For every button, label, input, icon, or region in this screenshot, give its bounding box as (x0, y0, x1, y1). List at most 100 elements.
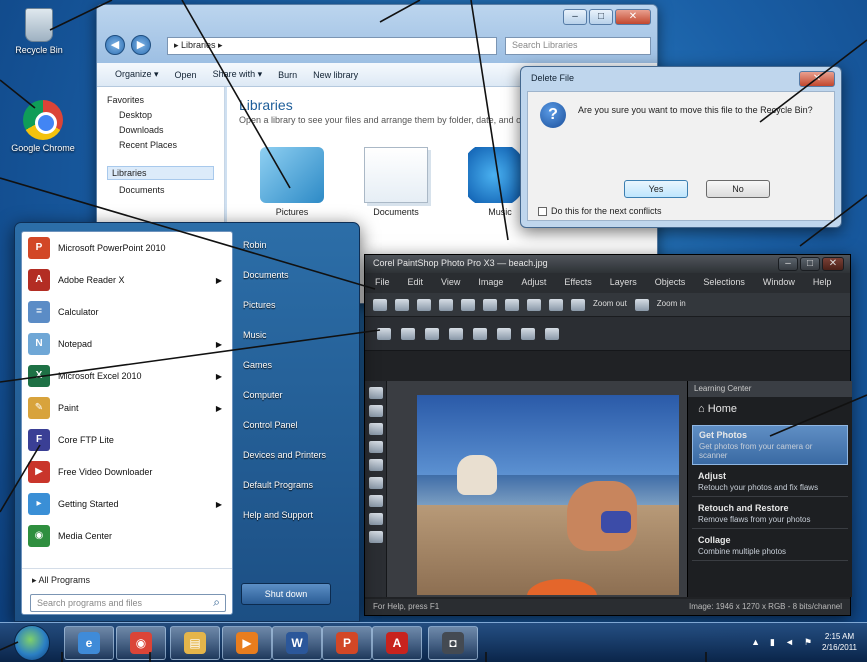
taskbar-acrobat-button[interactable]: A (372, 626, 422, 660)
start-right-documents[interactable]: Documents (239, 261, 355, 291)
start-right-user[interactable]: Robin (239, 231, 355, 261)
toolbar-new-library[interactable]: New library (313, 70, 358, 80)
learning-topic-item[interactable]: Adjust Retouch your photos and fix flaws (692, 467, 848, 497)
address-bar[interactable]: ▸ Libraries ▸ (167, 37, 497, 55)
nav-recent-places[interactable]: Recent Places (107, 140, 214, 150)
image-canvas[interactable] (387, 381, 687, 597)
zoom-out-icon[interactable] (571, 298, 585, 311)
recycle-bin-desktop-icon[interactable]: Recycle Bin (4, 8, 74, 55)
minimize-button[interactable]: – (563, 9, 587, 25)
grid-icon[interactable] (401, 327, 415, 340)
print-icon[interactable] (439, 298, 453, 311)
submenu-arrow-icon[interactable]: ▶ (216, 500, 222, 509)
zoom-out-option-icon[interactable] (449, 327, 463, 340)
taskbar-ie-button[interactable]: e (64, 626, 114, 660)
selection-tool-icon[interactable] (368, 423, 383, 435)
pan-tool-icon[interactable] (368, 387, 383, 399)
submenu-arrow-icon[interactable]: ▶ (216, 372, 222, 381)
explorer-search-input[interactable]: Search Libraries (505, 37, 651, 55)
undo-icon[interactable] (461, 298, 475, 311)
start-program-item[interactable]: ▸ Getting Started ▶ (22, 488, 232, 520)
submenu-arrow-icon[interactable]: ▶ (216, 340, 222, 349)
taskbar-camera-button[interactable]: ◘ (428, 626, 478, 660)
dialog-close-button[interactable]: ✕ (799, 71, 835, 87)
photo-maximize-button[interactable]: □ (800, 257, 820, 271)
redo-icon[interactable] (483, 298, 497, 311)
clone-tool-icon[interactable] (368, 531, 383, 543)
start-right-music[interactable]: Music (239, 321, 355, 351)
menu-item[interactable]: Selections (703, 277, 745, 289)
fit-window-icon[interactable] (497, 327, 511, 340)
save-icon[interactable] (417, 298, 431, 311)
learning-topic-item[interactable]: Retouch and Restore Remove flaws from you… (692, 499, 848, 529)
nav-favorites[interactable]: Favorites (107, 95, 214, 105)
zoom-in-label[interactable]: Zoom in (657, 299, 686, 311)
start-program-item[interactable]: = Calculator (22, 296, 232, 328)
dialog-checkbox-row[interactable]: Do this for the next conflicts (538, 206, 662, 216)
taskbar-powerpoint-button[interactable]: P (322, 626, 372, 660)
photo-minimize-button[interactable]: – (778, 257, 798, 271)
nav-documents[interactable]: Documents (107, 185, 214, 195)
flag-icon[interactable]: ⚑ (804, 637, 812, 648)
yes-button[interactable]: Yes (624, 180, 688, 198)
zoom-out-label[interactable]: Zoom out (593, 299, 627, 311)
start-program-item[interactable]: ✎ Paint ▶ (22, 392, 232, 424)
dropper-tool-icon[interactable] (368, 441, 383, 453)
preset-icon[interactable] (377, 327, 391, 340)
back-button[interactable]: ◀ (105, 35, 125, 55)
toolbar-burn[interactable]: Burn (278, 70, 297, 80)
menu-item[interactable]: Help (813, 277, 832, 289)
start-program-item[interactable]: F Core FTP Lite (22, 424, 232, 456)
forward-button[interactable]: ▶ (131, 35, 151, 55)
dialog-title[interactable]: Delete File (521, 67, 841, 89)
shutdown-button[interactable]: Shut down (241, 583, 331, 605)
show-hidden-icons-icon[interactable]: ▲ (751, 637, 760, 647)
taskbar-explorer-button[interactable]: ▤ (170, 626, 220, 660)
menu-item[interactable]: Edit (408, 277, 424, 289)
start-right-default-programs[interactable]: Default Programs (239, 471, 355, 501)
start-program-item[interactable]: ◉ Media Center (22, 520, 232, 552)
start-right-control-panel[interactable]: Control Panel (239, 411, 355, 441)
taskbar-word-button[interactable]: W (272, 626, 322, 660)
start-search-input[interactable]: Search programs and files (30, 594, 226, 612)
menu-item[interactable]: File (375, 277, 390, 289)
all-programs-link[interactable]: ▸ All Programs (22, 568, 232, 592)
zoom-in-option-icon[interactable] (425, 327, 439, 340)
nav-libraries[interactable]: Libraries (107, 166, 214, 180)
crop-icon[interactable] (505, 298, 519, 311)
taskbar-media-player-button[interactable]: ▶ (222, 626, 272, 660)
menu-item[interactable]: Effects (564, 277, 591, 289)
start-right-help-support[interactable]: Help and Support (239, 501, 355, 531)
maximize-button[interactable]: □ (589, 9, 613, 25)
start-right-pictures[interactable]: Pictures (239, 291, 355, 321)
menu-item[interactable]: Window (763, 277, 795, 289)
start-right-devices-printers[interactable]: Devices and Printers (239, 441, 355, 471)
network-icon[interactable]: ▮ (770, 637, 775, 648)
start-program-item[interactable]: A Adobe Reader X ▶ (22, 264, 232, 296)
view-mode-2-icon[interactable] (545, 327, 559, 340)
start-program-item[interactable]: N Notepad ▶ (22, 328, 232, 360)
learning-topic-item[interactable]: Collage Combine multiple photos (692, 531, 848, 561)
brush-tool-icon[interactable] (368, 513, 383, 525)
nav-desktop[interactable]: Desktop (107, 110, 214, 120)
dialog-checkbox[interactable] (538, 206, 547, 216)
new-file-icon[interactable] (373, 298, 387, 311)
close-button[interactable]: ✕ (615, 9, 651, 25)
clock[interactable]: 2:15 AM 2/16/2011 (822, 631, 857, 653)
red-eye-tool-icon[interactable] (368, 495, 383, 507)
volume-icon[interactable]: ◄ (785, 637, 794, 647)
chrome-desktop-icon[interactable]: Google Chrome (8, 100, 78, 153)
start-program-item[interactable]: P Microsoft PowerPoint 2010 (22, 232, 232, 264)
library-tile-pictures[interactable]: Pictures (257, 147, 327, 217)
rotate-right-icon[interactable] (549, 298, 563, 311)
submenu-arrow-icon[interactable]: ▶ (216, 404, 222, 413)
start-program-item[interactable]: X Microsoft Excel 2010 ▶ (22, 360, 232, 392)
menu-item[interactable]: View (441, 277, 460, 289)
start-right-computer[interactable]: Computer (239, 381, 355, 411)
pick-tool-icon[interactable] (368, 405, 383, 417)
straighten-tool-icon[interactable] (368, 477, 383, 489)
start-right-games[interactable]: Games (239, 351, 355, 381)
view-mode-icon[interactable] (521, 327, 535, 340)
toolbar-open[interactable]: Open (175, 70, 197, 80)
zoom-in-icon[interactable] (634, 298, 649, 311)
